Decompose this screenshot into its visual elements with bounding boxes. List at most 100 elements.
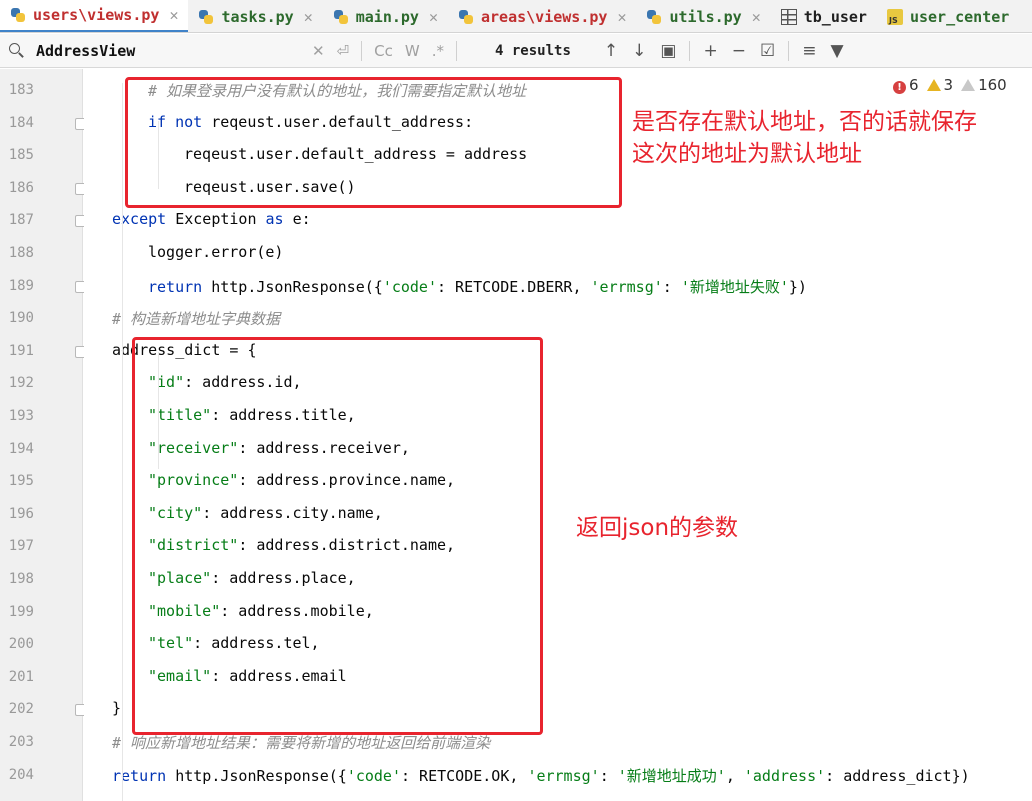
code-line: return http.JsonResponse({'code': RETCOD… [112, 765, 970, 786]
line-number: 198 [8, 571, 34, 587]
open-in-window-icon[interactable]: ▣ [660, 41, 676, 61]
line-number: 184 [8, 114, 34, 131]
code-token: '新增地址成功' [617, 766, 726, 785]
add-occurrence-icon[interactable]: + [703, 41, 717, 61]
editor-tab[interactable]: utils.py ✕ [636, 0, 770, 32]
code-line: except Exception as e: [112, 210, 311, 228]
code-token: : [599, 766, 618, 785]
line-number: 193 [8, 408, 34, 424]
code-line: } [112, 699, 121, 717]
python-file-icon [198, 9, 214, 25]
code-token: 'code' [346, 766, 401, 785]
errors-count[interactable]: ! 6 [893, 76, 919, 94]
line-number: 190 [8, 310, 34, 327]
search-icon[interactable] [8, 40, 30, 62]
line-number: 185 [8, 147, 34, 164]
line-number: 204 [8, 766, 34, 783]
code-token: : [662, 277, 681, 296]
code-line: logger.error(e) [148, 243, 283, 261]
editor-tab[interactable]: user_center [877, 0, 1019, 32]
code-token: http.JsonResponse({ [175, 766, 347, 785]
search-input[interactable]: AddressView [36, 42, 306, 60]
code-token: http.JsonResponse({ [211, 277, 383, 296]
weak-warnings-count[interactable]: 160 [961, 76, 1007, 94]
next-occurrence-icon[interactable]: ↓ [632, 41, 646, 61]
close-tab-icon[interactable]: ✕ [617, 8, 626, 26]
close-tab-icon[interactable]: ✕ [169, 6, 178, 24]
separator [456, 40, 458, 61]
search-results-count: 4 results [495, 42, 571, 59]
line-number: 191 [8, 342, 34, 359]
code-line: # 构造新增地址字典数据 [112, 308, 280, 329]
line-number-gutter: 183 184 185 186 187 188 189 190 191 192 193 194 195 1… [0, 69, 87, 801]
table-icon [780, 8, 797, 25]
js-file-icon [886, 8, 903, 25]
line-number: 195 [8, 473, 34, 490]
code-token: : address_dict}) [825, 766, 970, 785]
code-token: '新增地址失败' [680, 277, 789, 296]
filter-lines-icon[interactable]: ≡ [802, 41, 816, 61]
line-number: 201 [8, 668, 34, 685]
annotation-note-json-params: 返回json的参数 [576, 515, 739, 541]
line-number: 183 [8, 82, 34, 98]
editor-tab[interactable]: tasks.py ✕ [188, 0, 322, 32]
line-number: 197 [8, 538, 34, 555]
code-token: : RETCODE.OK, [401, 766, 528, 785]
code-token: } [112, 699, 122, 718]
remove-occurrence-icon[interactable]: − [732, 41, 746, 61]
separator [788, 40, 790, 61]
filter-icon[interactable]: ▼ [830, 41, 843, 61]
warning-icon [926, 79, 941, 91]
clear-search-icon[interactable]: ✕ [312, 42, 325, 60]
new-line-icon[interactable]: ⏎ [337, 42, 350, 60]
editor-tab-label: tb_user [803, 7, 867, 26]
close-tab-icon[interactable]: ✕ [304, 8, 313, 26]
annotation-note-line: 这次的地址为默认地址 [632, 141, 862, 167]
code-token: logger.error(e) [148, 243, 284, 261]
code-token: }) [788, 277, 807, 296]
select-all-occurrences-icon[interactable]: ☑ [760, 41, 775, 61]
editor-tab-label: tasks.py [221, 7, 294, 26]
python-file-icon [10, 7, 26, 23]
weak-warning-icon [961, 79, 976, 91]
words-toggle[interactable]: W [405, 42, 420, 60]
line-number: 202 [8, 701, 34, 718]
code-token: 'errmsg' [590, 277, 663, 296]
editor-tab[interactable]: areas\views.py ✕ [448, 0, 636, 32]
inspection-widget[interactable]: ! 6 3 160 [893, 76, 1007, 94]
editor-tab[interactable]: main.py ✕ [323, 0, 448, 32]
previous-occurrence-icon[interactable]: ↑ [604, 41, 618, 61]
editor-tab-bar: users\views.py ✕ tasks.py ✕ main.py ✕ areas\vi… [0, 0, 1032, 33]
code-token: as [265, 210, 293, 229]
code-token: e: [292, 210, 311, 229]
editor-tab-label: utils.py [669, 7, 742, 26]
code-line: return http.JsonResponse({'code': RETCOD… [148, 276, 807, 297]
regex-toggle[interactable]: .* [432, 42, 444, 60]
annotation-note-line: 是否存在默认地址，否的话就保存 [632, 109, 977, 135]
annotation-box-default-address [125, 77, 622, 208]
editor-tab-label: users\views.py [33, 6, 160, 24]
editor-tab[interactable]: users\views.py ✕ [0, 0, 189, 32]
indent-guide [122, 83, 123, 801]
code-token: , [725, 766, 744, 785]
line-number: 188 [8, 245, 34, 261]
editor-tab-label: user_center [909, 7, 1010, 26]
match-case-toggle[interactable]: Cc [374, 42, 393, 60]
annotation-box-address-dict [132, 337, 543, 735]
close-tab-icon[interactable]: ✕ [752, 8, 761, 26]
python-file-icon [458, 9, 474, 25]
editor-tab[interactable]: tb_user [771, 0, 877, 32]
python-file-icon [333, 9, 349, 25]
code-token: 'code' [382, 277, 437, 296]
line-number: 199 [8, 603, 34, 620]
code-token: : RETCODE.DBERR, [437, 277, 591, 296]
line-number: 192 [8, 375, 34, 392]
editor-tab-label: main.py [355, 7, 419, 26]
line-number: 194 [8, 440, 34, 457]
annotation-note-default-address: 是否存在默认地址，否的话就保存 这次的地址为默认地址 [632, 106, 977, 170]
close-tab-icon[interactable]: ✕ [429, 8, 438, 26]
warnings-count[interactable]: 3 [926, 76, 953, 94]
line-number: 186 [8, 179, 34, 196]
code-token: 'errmsg' [527, 766, 600, 785]
editor-tab-label: areas\views.py [481, 7, 608, 26]
